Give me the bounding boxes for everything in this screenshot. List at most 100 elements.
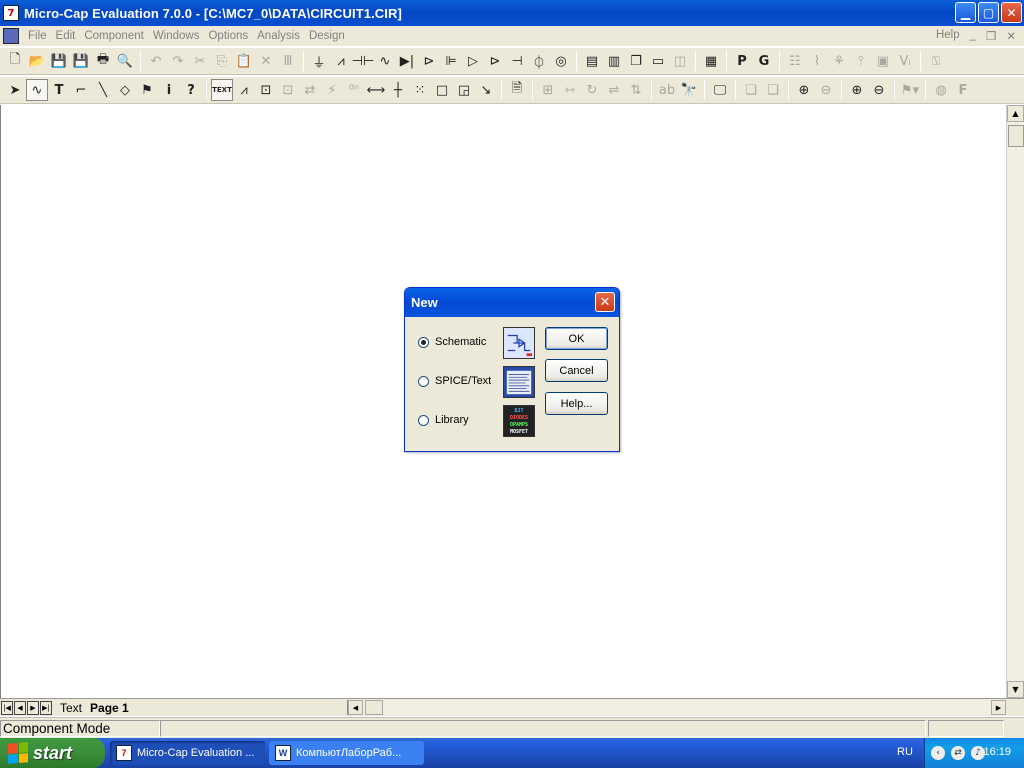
mirror-icon[interactable]: ⇿ — [559, 79, 581, 101]
power-icon[interactable]: ⚡ — [321, 79, 343, 101]
menu-windows[interactable]: Windows — [153, 30, 200, 42]
menu-analysis[interactable]: Analysis — [257, 30, 300, 42]
attribute-icon[interactable]: ⩘ — [233, 79, 255, 101]
maximize-window-icon[interactable]: ▭ — [647, 50, 669, 72]
split-window-icon[interactable]: ◫ — [669, 50, 691, 72]
color-flag-icon[interactable]: ⚑▾ — [899, 79, 921, 101]
info-tool-icon[interactable]: i — [158, 79, 180, 101]
tab-page-1[interactable]: Page 1 — [90, 701, 129, 715]
open-folder-icon[interactable]: 📂 — [26, 50, 48, 72]
replace-icon[interactable]: ab — [656, 79, 678, 101]
line-tool-icon[interactable]: ╲ — [92, 79, 114, 101]
opamp-icon[interactable]: ▷ — [462, 50, 484, 72]
bring-front-icon[interactable]: ❏ — [740, 79, 762, 101]
variable-icon[interactable]: Vₗ — [894, 50, 916, 72]
menu-edit[interactable]: Edit — [56, 30, 76, 42]
tab-text[interactable]: Text — [60, 701, 82, 715]
palette-icon[interactable]: ◍ — [930, 79, 952, 101]
netlist-icon[interactable]: ☷ — [784, 50, 806, 72]
network-icon[interactable]: ⇄ — [951, 746, 965, 760]
option-schematic[interactable]: Schematic — [418, 336, 486, 348]
horizontal-scrollbar[interactable]: ◀ ▶ — [347, 700, 1006, 715]
prev-page-icon[interactable]: ◀ — [14, 700, 26, 715]
option-library[interactable]: Library — [418, 414, 469, 426]
states-icon[interactable]: ⁰ⁿ — [343, 79, 365, 101]
resistor-icon[interactable]: ⩘ — [330, 50, 352, 72]
menu-component[interactable]: Component — [84, 30, 143, 42]
currents-icon[interactable]: ⇄ — [299, 79, 321, 101]
copy-icon[interactable]: ⎘ — [211, 50, 233, 72]
schematic-radio[interactable] — [418, 336, 429, 348]
vertical-scrollbar[interactable]: ▲ ▼ — [1006, 105, 1024, 698]
menu-help[interactable]: Help — [936, 29, 960, 43]
minimize-button[interactable]: ▁ — [955, 2, 976, 23]
battery-icon[interactable]: ⊣ — [506, 50, 528, 72]
scroll-thumb[interactable] — [1008, 125, 1024, 147]
waveform-icon[interactable]: ⌇ — [806, 50, 828, 72]
probe-icon[interactable]: ⚘ — [828, 50, 850, 72]
junction-icon[interactable]: ┼ — [387, 79, 409, 101]
cancel-button[interactable]: Cancel — [545, 359, 608, 382]
help-tool-icon[interactable]: ? — [180, 79, 202, 101]
shapes-tool-icon[interactable]: ◇ — [114, 79, 136, 101]
tile-vertical-icon[interactable]: ▥ — [603, 50, 625, 72]
title-block-icon[interactable]: ◲ — [453, 79, 475, 101]
option-spice-text[interactable]: SPICE/Text — [418, 375, 491, 387]
start-button[interactable]: start — [0, 738, 105, 768]
border-icon[interactable]: □ — [431, 79, 453, 101]
last-page-icon[interactable]: ▶| — [40, 700, 52, 715]
scroll-up-icon[interactable]: ▲ — [1007, 105, 1024, 122]
grid-icon[interactable]: ⁙ — [409, 79, 431, 101]
task-word-document[interactable]: W КомпьютЛаборРаб... — [269, 741, 424, 765]
print-icon[interactable]: 🖶 — [92, 50, 114, 72]
font-icon[interactable]: F — [952, 79, 974, 101]
cross-probe-icon[interactable]: ↘ — [475, 79, 497, 101]
save-all-icon[interactable]: 💾 — [70, 50, 92, 72]
scroll-down-icon[interactable]: ▼ — [1007, 681, 1024, 698]
zoom-in-icon[interactable]: ⊕ — [846, 79, 868, 101]
presentation-icon[interactable]: 🖵 — [709, 79, 731, 101]
spice-text-radio[interactable] — [418, 375, 429, 387]
next-page-icon[interactable]: ▶ — [27, 700, 39, 715]
menu-options[interactable]: Options — [208, 30, 248, 42]
tray-expand-icon[interactable]: ‹ — [931, 746, 945, 760]
mosfet-icon[interactable]: ⊫ — [440, 50, 462, 72]
node-voltages-icon[interactable]: ⊡ — [277, 79, 299, 101]
cascade-icon[interactable]: ❐ — [625, 50, 647, 72]
scroll-left-icon[interactable]: ◀ — [348, 700, 363, 715]
close-button[interactable]: ✕ — [1001, 2, 1022, 23]
library-radio[interactable] — [418, 414, 429, 426]
maximize-button[interactable]: ▢ — [978, 2, 999, 23]
print-preview-icon[interactable]: 🔍 — [114, 50, 136, 72]
task-micro-cap[interactable]: 7 Micro-Cap Evaluation ... — [110, 741, 265, 765]
node-numbers-icon[interactable]: ⊡ — [255, 79, 277, 101]
flag-tool-icon[interactable]: ⚑ — [136, 79, 158, 101]
mdi-minimize-icon[interactable]: _ — [970, 29, 976, 43]
new-file-icon[interactable]: 🗋 — [4, 50, 26, 72]
component-mode-icon[interactable]: ∿ — [26, 79, 48, 101]
check-icon[interactable]: ⍂ — [925, 50, 947, 72]
pin-connection-icon[interactable]: ⟷ — [365, 79, 387, 101]
scroll-right-icon[interactable]: ▶ — [991, 700, 1006, 715]
global-icon[interactable]: G — [753, 50, 775, 72]
menu-design[interactable]: Design — [309, 30, 345, 42]
diode-icon[interactable]: ▶| — [396, 50, 418, 72]
flip-x-icon[interactable]: ⇌ — [603, 79, 625, 101]
zoom-out-icon[interactable]: ⊖ — [868, 79, 890, 101]
select-all-icon[interactable]: Ⅲ — [277, 50, 299, 72]
document-icon[interactable] — [3, 28, 19, 44]
current-source-icon[interactable]: ◎ — [550, 50, 572, 72]
menu-file[interactable]: File — [28, 30, 47, 42]
paste-icon[interactable]: 📋 — [233, 50, 255, 72]
hscroll-thumb[interactable] — [365, 700, 383, 715]
show-text-button[interactable]: TEXT — [211, 79, 233, 101]
text-tool-icon[interactable]: T — [48, 79, 70, 101]
pin-icon[interactable]: ⫯ — [850, 50, 872, 72]
step-box-icon[interactable]: ⊞ — [537, 79, 559, 101]
tile-horizontal-icon[interactable]: ▤ — [581, 50, 603, 72]
language-indicator[interactable]: RU — [897, 746, 913, 758]
mdi-restore-icon[interactable]: ❐ — [986, 29, 996, 43]
find-icon[interactable]: 🔭 — [678, 79, 700, 101]
flip-y-icon[interactable]: ⇅ — [625, 79, 647, 101]
add-page-icon[interactable]: ⊕ — [793, 79, 815, 101]
